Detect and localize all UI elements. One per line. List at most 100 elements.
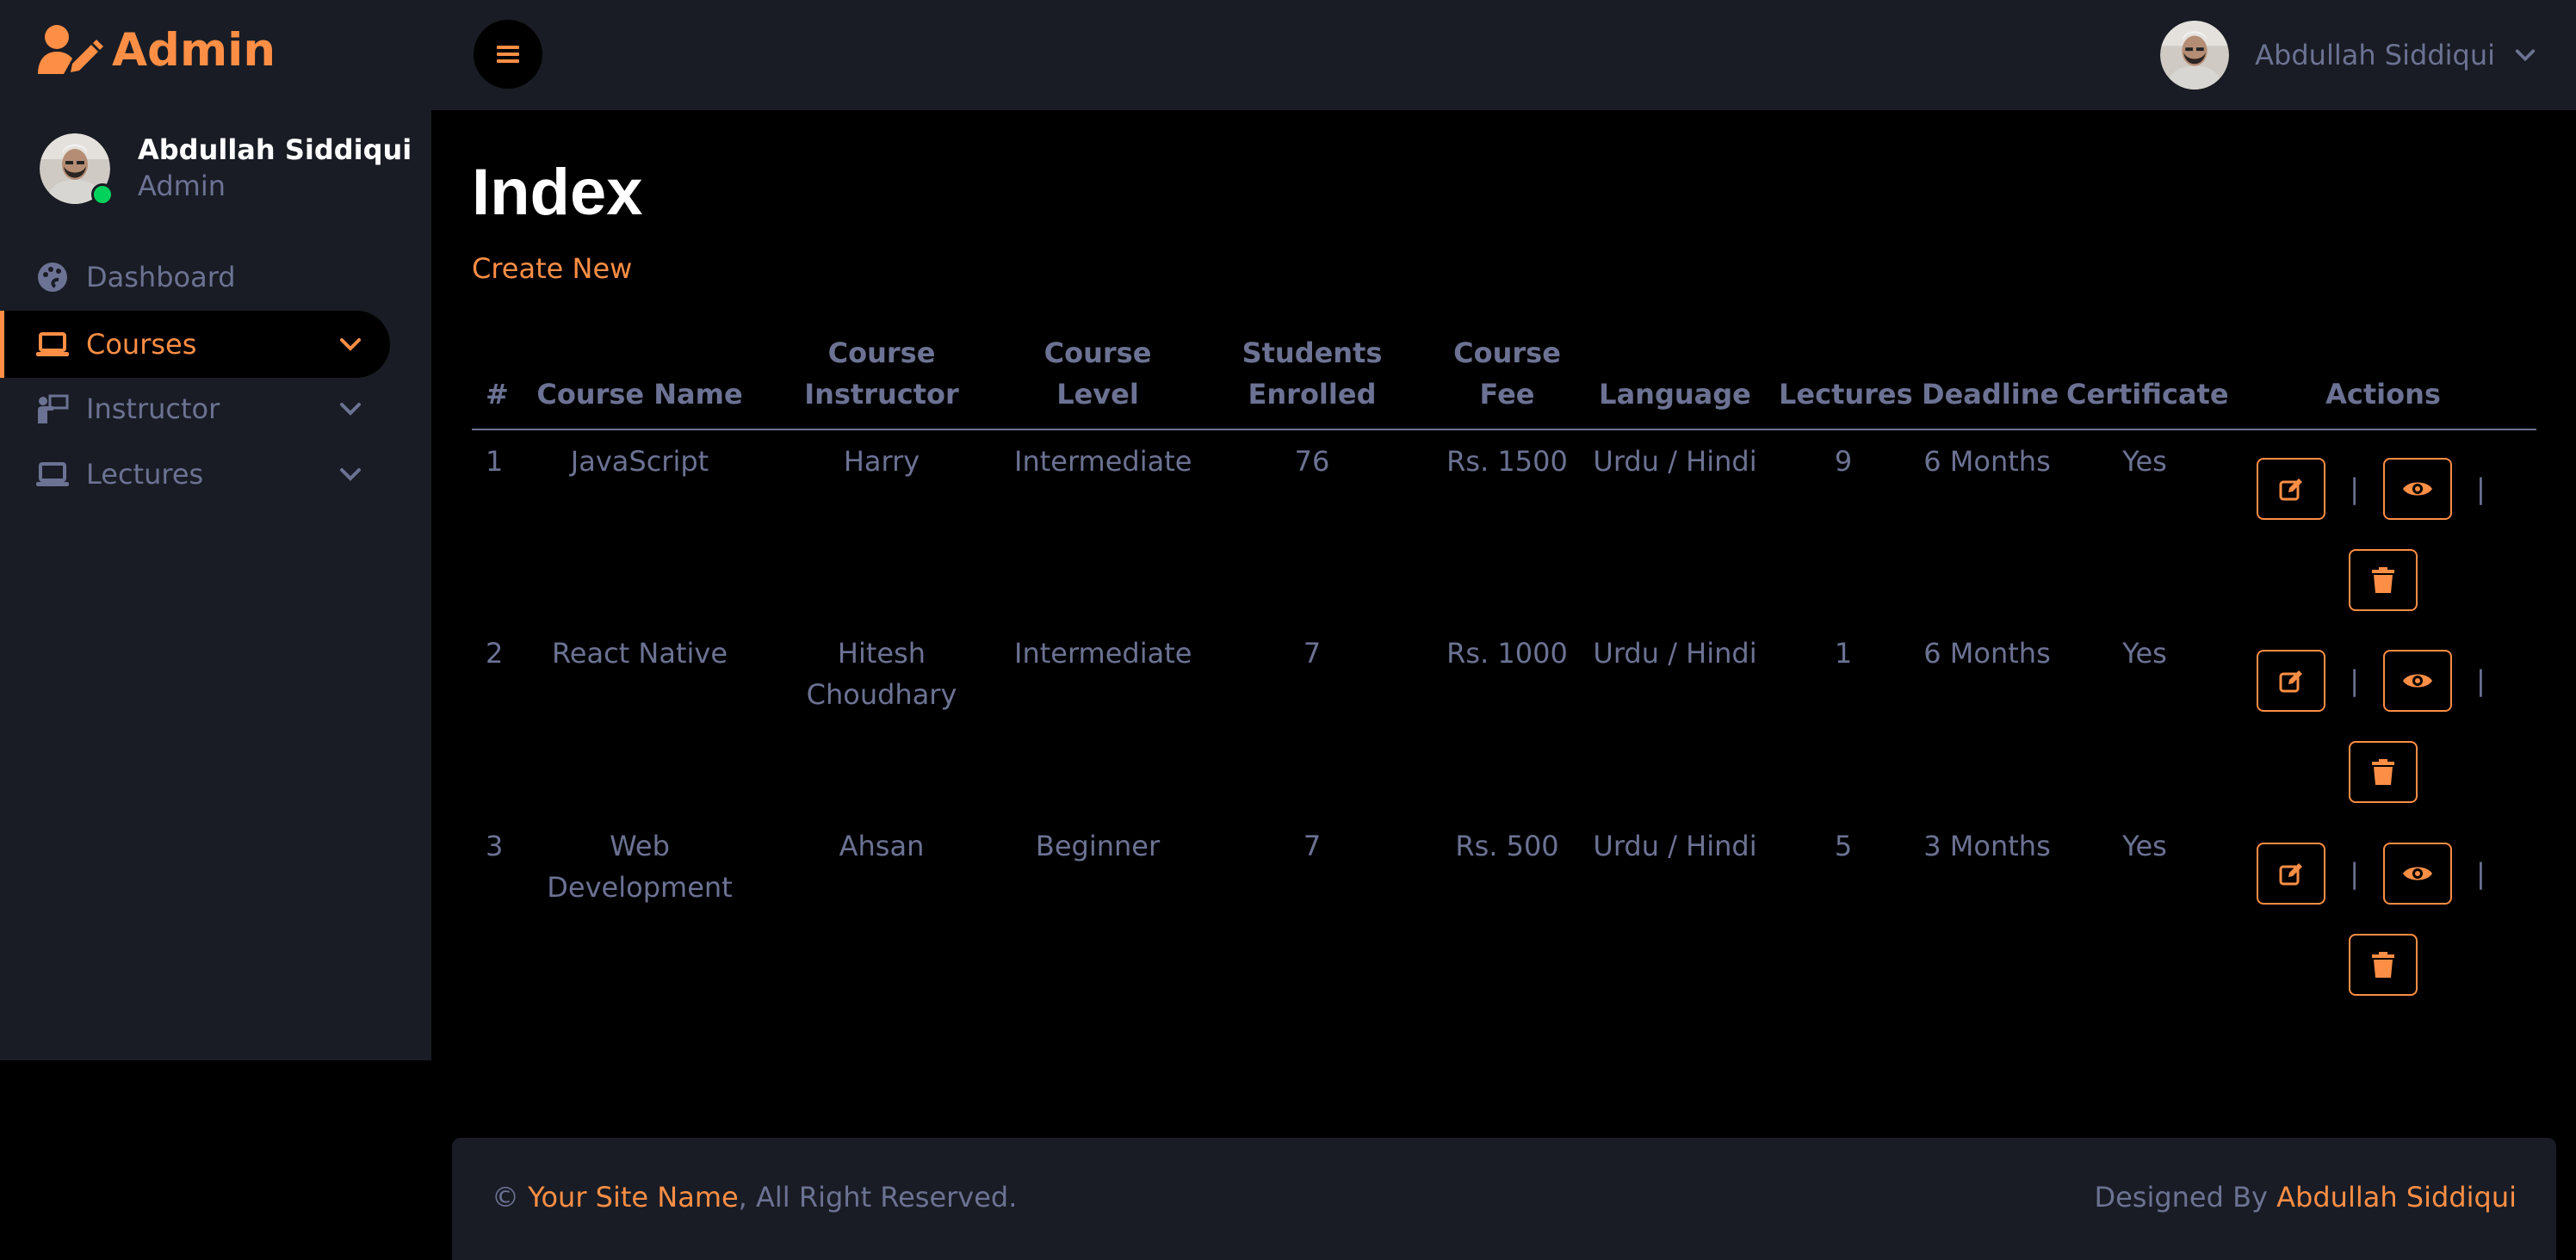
delete-button[interactable] xyxy=(2349,741,2418,803)
cell-level: Beginner xyxy=(1035,830,1161,862)
brand[interactable]: Admin xyxy=(38,22,276,77)
cell-students: 7 xyxy=(1303,637,1322,670)
sidebar: Admin Abdullah Siddiqui Admin Dashboard … xyxy=(0,0,431,1060)
cell-fee: Rs. 500 xyxy=(1455,830,1559,862)
cell-certificate: Yes xyxy=(2122,830,2167,862)
sidebar-item-label: Courses xyxy=(86,328,197,361)
sidebar-profile: Abdullah Siddiqui Admin xyxy=(40,133,412,206)
column-header: Language xyxy=(1578,327,1772,430)
sidebar-item-instructor[interactable]: Instructor xyxy=(0,375,390,442)
cell-number: 2 xyxy=(486,637,504,670)
footer: © Your Site Name, All Right Reserved. De… xyxy=(452,1138,2556,1260)
column-header: Course Instructor xyxy=(756,327,1007,430)
column-header: # xyxy=(472,327,523,430)
user-menu-dropdown[interactable]: Abdullah Siddiqui xyxy=(2160,21,2536,90)
user-name: Abdullah Siddiqui xyxy=(2255,39,2495,71)
sidebar-item-lectures[interactable]: Lectures xyxy=(0,441,390,508)
chevron-down-icon xyxy=(2514,44,2536,66)
view-button[interactable] xyxy=(2383,843,2452,905)
laptop-icon xyxy=(36,328,69,361)
delete-button[interactable] xyxy=(2349,549,2418,611)
create-new-link[interactable]: Create New xyxy=(472,250,632,287)
sidebar-item-label: Lectures xyxy=(86,458,204,491)
cell-level: Intermediate xyxy=(1014,637,1192,670)
designed-by-text: Designed By xyxy=(2094,1181,2268,1214)
cell-certificate: Yes xyxy=(2122,637,2167,670)
column-header: Deadline xyxy=(1915,327,2059,430)
cell-deadline: 6 Months xyxy=(1923,637,2051,670)
cell-lectures: 5 xyxy=(1834,830,1853,862)
brand-title: Admin xyxy=(112,23,276,77)
cell-level: Intermediate xyxy=(1014,445,1192,478)
table-row: 2 React Native Hitesh Choudhary Intermed… xyxy=(472,622,2536,815)
footer-credit: Designed By Abdullah Siddiqui xyxy=(2094,1181,2517,1214)
courses-table: # Course Name Course Instructor Course L… xyxy=(472,327,2536,1008)
laptop-icon xyxy=(36,458,69,491)
cell-lectures: 9 xyxy=(1834,445,1853,478)
column-header: Course Fee xyxy=(1436,327,1578,430)
chalkboard-teacher-icon xyxy=(36,392,69,425)
cell-language: Urdu / Hindi xyxy=(1593,445,1757,478)
profile-name: Abdullah Siddiqui xyxy=(138,133,412,166)
cell-students: 76 xyxy=(1294,445,1330,478)
copyright-symbol: © xyxy=(492,1181,519,1214)
sidebar-item-courses[interactable]: Courses xyxy=(0,311,390,378)
cell-instructor: Harry xyxy=(843,445,920,478)
cell-number: 3 xyxy=(486,830,504,862)
cell-lectures: 1 xyxy=(1834,637,1853,670)
table-row: 3 Web Development Ahsan Beginner 7 Rs. 5… xyxy=(472,815,2536,1008)
edit-icon xyxy=(2278,476,2304,502)
action-separator: | xyxy=(2476,664,2486,697)
table-row: 1 JavaScript Harry Intermediate 76 Rs. 1… xyxy=(472,429,2536,622)
page-title: Index xyxy=(472,156,643,229)
action-separator: | xyxy=(2350,857,2359,890)
hamburger-icon xyxy=(497,45,519,64)
profile-role: Admin xyxy=(138,170,226,202)
column-header: Students Enrolled xyxy=(1188,327,1436,430)
delete-button[interactable] xyxy=(2349,934,2418,996)
avatar xyxy=(40,133,114,206)
view-button[interactable] xyxy=(2383,458,2452,520)
action-separator: | xyxy=(2350,472,2359,505)
cell-fee: Rs. 1500 xyxy=(1446,445,1568,478)
top-navbar: Abdullah Siddiqui xyxy=(431,0,2576,110)
edit-icon xyxy=(2278,861,2304,886)
eye-icon xyxy=(2402,670,2433,691)
view-button[interactable] xyxy=(2383,650,2452,712)
eye-icon xyxy=(2402,863,2433,884)
eye-icon xyxy=(2402,479,2433,499)
footer-copyright: © Your Site Name, All Right Reserved. xyxy=(492,1181,1017,1214)
chevron-down-icon xyxy=(338,397,362,421)
column-header: Lectures xyxy=(1772,327,1915,430)
online-status-dot xyxy=(91,183,114,206)
sidebar-item-label: Instructor xyxy=(86,392,220,425)
cell-course-name: JavaScript xyxy=(570,445,709,478)
cell-language: Urdu / Hindi xyxy=(1593,830,1757,862)
cell-language: Urdu / Hindi xyxy=(1593,637,1757,670)
site-name-link[interactable]: Your Site Name xyxy=(528,1181,739,1214)
cell-course-name: Web Development xyxy=(547,830,733,904)
sidebar-item-dashboard[interactable]: Dashboard xyxy=(0,244,390,311)
cell-actions: | | xyxy=(2230,815,2536,1008)
edit-button[interactable] xyxy=(2257,650,2326,712)
edit-button[interactable] xyxy=(2257,843,2326,905)
trash-icon xyxy=(2372,952,2394,978)
user-edit-icon xyxy=(38,24,103,76)
cell-actions: | | xyxy=(2230,622,2536,815)
trash-icon xyxy=(2372,759,2394,785)
table-header-row: # Course Name Course Instructor Course L… xyxy=(472,327,2536,430)
avatar xyxy=(2160,21,2230,90)
cell-deadline: 6 Months xyxy=(1923,445,2051,478)
sidebar-item-label: Dashboard xyxy=(86,261,236,293)
menu-toggle-button[interactable] xyxy=(474,20,542,89)
cell-certificate: Yes xyxy=(2122,445,2167,478)
cell-students: 7 xyxy=(1303,830,1322,862)
cell-number: 1 xyxy=(486,445,504,478)
chevron-down-icon xyxy=(338,462,362,486)
column-header: Course Level xyxy=(1007,327,1188,430)
cell-actions: | | xyxy=(2230,429,2536,622)
rights-text: , All Right Reserved. xyxy=(738,1181,1018,1214)
chevron-down-icon xyxy=(338,332,362,356)
edit-button[interactable] xyxy=(2257,458,2326,520)
designer-link[interactable]: Abdullah Siddiqui xyxy=(2276,1181,2517,1214)
